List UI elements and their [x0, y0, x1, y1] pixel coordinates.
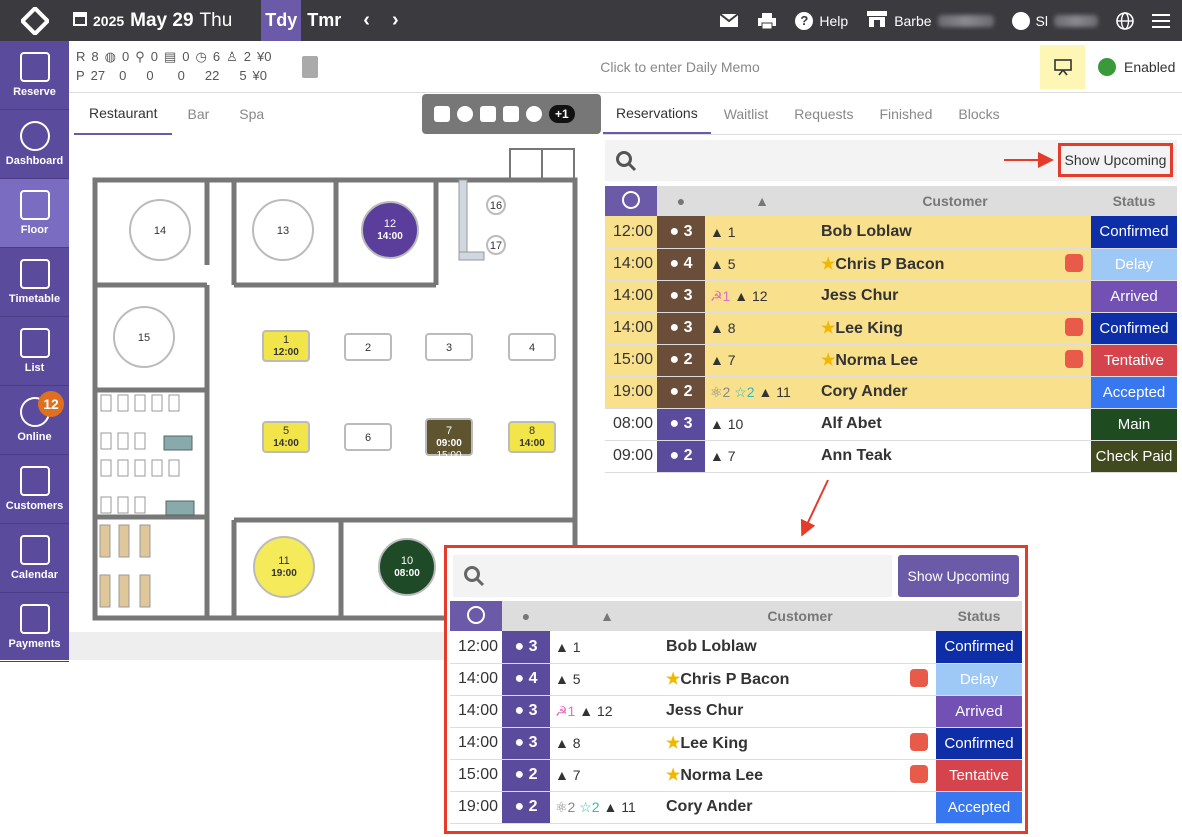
customer-name[interactable]: Bob Loblaw [664, 631, 936, 664]
table-icon: ▲ [603, 798, 618, 815]
status-badge[interactable]: Confirmed [936, 727, 1022, 760]
party-size: ● 3 [502, 695, 550, 728]
status-badge[interactable]: Confirmed [936, 631, 1022, 664]
table-icon: ▲ [555, 638, 569, 655]
party-size: ● 3 [502, 631, 550, 664]
customer-name[interactable]: Jess Chur [664, 695, 936, 728]
status-badge[interactable]: Arrived [936, 695, 1022, 728]
star-icon: ★ [666, 767, 681, 784]
time-column-header[interactable] [450, 601, 502, 631]
reservation-time: 14:00 [450, 663, 502, 696]
smile-icon [910, 765, 928, 783]
customer-name[interactable]: ★Lee King [664, 727, 936, 760]
reservation-row[interactable]: 19:00 ● 2 ⚛2 ☆2 ▲ 11 Cory Ander Accepted [450, 791, 1022, 824]
baby-icon: ☭1 [555, 702, 576, 719]
party-size: ● 2 [502, 759, 550, 792]
reservation-time: 19:00 [450, 791, 502, 824]
status-badge[interactable]: Delay [936, 663, 1022, 696]
table-icon: ▲ [555, 767, 569, 783]
clock-icon [467, 605, 485, 624]
reservation-row[interactable]: 14:00 ● 4 ▲ 5 ★Chris P Bacon Delay [450, 663, 1022, 696]
table-number: ▲ 1 [550, 631, 664, 664]
status-badge[interactable]: Accepted [936, 791, 1022, 824]
customer-column-header[interactable]: Customer [664, 601, 936, 631]
table-icon: ▲ [555, 671, 569, 687]
party-size: ● 3 [502, 727, 550, 760]
table-column-header[interactable]: ▲ [550, 601, 664, 631]
reservation-time: 14:00 [450, 727, 502, 760]
show-upcoming-button-zoom[interactable]: Show Upcoming [898, 555, 1019, 597]
upcoming-zoom-panel: Show Upcoming ● ▲ Customer Status 12:00 ● 3 ▲ … [444, 545, 1028, 834]
customer-name[interactable]: ★Chris P Bacon [664, 663, 936, 696]
smile-icon [910, 733, 928, 751]
table-number: ▲ 8 [550, 727, 664, 760]
star-icon: ★ [666, 735, 681, 752]
reservation-row[interactable]: 14:00 ● 3 ▲ 8 ★Lee King Confirmed [450, 727, 1022, 760]
table-number: ▲ 7 [550, 759, 664, 792]
reservation-time: 15:00 [450, 759, 502, 792]
reservation-row[interactable]: 12:00 ● 3 ▲ 1 Bob Loblaw Confirmed [450, 631, 1022, 664]
search-input-zoom[interactable] [453, 555, 892, 597]
reservation-row[interactable]: 15:00 ● 2 ▲ 7 ★Norma Lee Tentative [450, 759, 1022, 792]
table-number: ▲ 5 [550, 663, 664, 696]
pax-column-header[interactable]: ● [502, 601, 550, 631]
status-column-header[interactable]: Status [936, 601, 1022, 631]
reservation-row[interactable]: 14:00 ● 3 ☭1 ▲ 12 Jess Chur Arrived [450, 695, 1022, 728]
child-icon: ☆2 [579, 798, 600, 815]
search-icon [464, 566, 485, 587]
reservation-time: 14:00 [450, 695, 502, 728]
table-icon: ▲ [579, 702, 594, 719]
party-size: ● 2 [502, 791, 550, 824]
reservation-time: 12:00 [450, 631, 502, 664]
star-icon: ★ [666, 671, 681, 688]
upcoming-table: ● ▲ Customer Status 12:00 ● 3 ▲ 1 Bob Loblaw Con… [450, 601, 1022, 824]
party-size: ● 4 [502, 663, 550, 696]
smile-icon [910, 669, 928, 687]
customer-name[interactable]: Cory Ander [664, 791, 936, 824]
table-number: ⚛2 ☆2 ▲ 11 [550, 791, 664, 824]
senior-icon: ⚛2 [555, 798, 576, 815]
table-number: ☭1 ▲ 12 [550, 695, 664, 728]
customer-name[interactable]: ★Norma Lee [664, 759, 936, 792]
status-badge[interactable]: Tentative [936, 759, 1022, 792]
table-icon: ▲ [555, 735, 569, 751]
